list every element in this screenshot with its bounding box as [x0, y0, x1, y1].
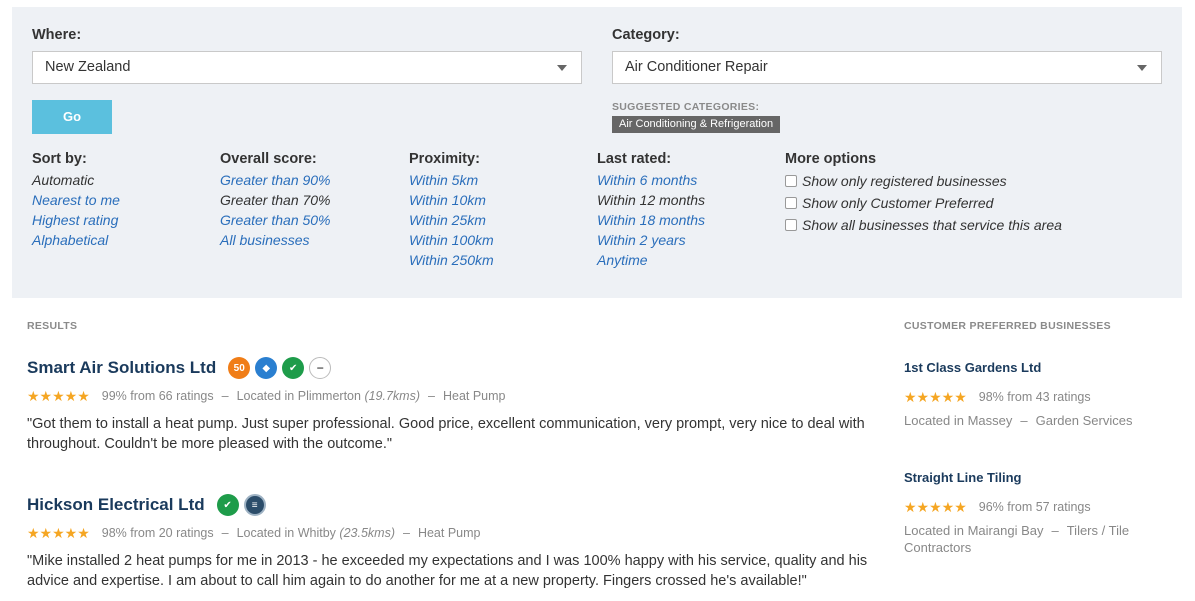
result-title-row: Hickson Electrical Ltd ✔ ≡ [27, 492, 887, 518]
where-select-value: New Zealand [45, 59, 131, 75]
score-option-90[interactable]: Greater than 90% [220, 170, 331, 190]
review-excerpt: "Got them to install a heat pump. Just s… [27, 416, 865, 452]
option-registered-only[interactable]: Show only registered businesses [785, 170, 1062, 192]
rated-option-2-years[interactable]: Within 2 years [597, 230, 705, 250]
star-rating-icon: ★★★★★ [904, 388, 967, 405]
rated-option-18-months[interactable]: Within 18 months [597, 210, 705, 230]
association-logo-icon: ≡ [243, 494, 266, 516]
customer-preferred-label: CUSTOMER PREFERRED BUSINESSES [904, 320, 1111, 332]
category-text: Heat Pump [417, 526, 481, 540]
verified-check-icon: ✔ [216, 494, 239, 516]
proximity-option-10km[interactable]: Within 10km [409, 190, 494, 210]
preferred-business-name[interactable]: 1st Class Gardens Ltd [904, 360, 1154, 378]
where-label: Where: [32, 27, 82, 43]
verified-check-icon: ✔ [282, 357, 305, 379]
suggested-category-tag[interactable]: Air Conditioning & Refrigeration [612, 116, 781, 133]
review-excerpt: "Mike installed 2 heat pumps for me in 2… [27, 553, 868, 589]
chevron-down-icon [557, 65, 567, 71]
customer-preferred-checkbox[interactable] [785, 197, 797, 209]
preferred-business-card: Straight Line Tiling ★★★★★ 96% from 57 r… [904, 470, 1154, 556]
search-filter-panel: Where: New Zealand Category: Air Conditi… [12, 7, 1182, 298]
preferred-business-name[interactable]: Straight Line Tiling [904, 470, 1154, 488]
separator: – [221, 389, 229, 403]
preferred-business-location: Located in Massey – Garden Services [904, 412, 1154, 429]
tenure-badge-icon: 50 [228, 357, 251, 379]
sort-by-heading: Sort by: [32, 151, 87, 167]
rating-summary: 98% from 20 ratings [101, 526, 214, 540]
star-rating-icon: ★★★★★ [904, 498, 967, 515]
result-card: Smart Air Solutions Ltd 50 ◆ ✔ ▬ ★★★★★ 9… [27, 355, 887, 454]
proximity-group: Proximity: Within 5km Within 10km Within… [409, 150, 494, 270]
registered-badge-icon: ◆ [255, 357, 278, 379]
proximity-option-25km[interactable]: Within 25km [409, 210, 494, 230]
customer-preferred-label: Show only Customer Preferred [802, 195, 994, 211]
service-area-label: Show all businesses that service this ar… [802, 217, 1062, 233]
location-text: Located in Whitby [236, 526, 336, 540]
sort-option-highest-rating[interactable]: Highest rating [32, 210, 120, 230]
proximity-option-5km[interactable]: Within 5km [409, 170, 494, 190]
result-title-row: Smart Air Solutions Ltd 50 ◆ ✔ ▬ [27, 355, 887, 381]
sort-option-nearest[interactable]: Nearest to me [32, 190, 120, 210]
sort-by-group: Sort by: Automatic Nearest to me Highest… [32, 150, 120, 250]
business-name-link[interactable]: Hickson Electrical Ltd [27, 495, 205, 515]
option-service-area[interactable]: Show all businesses that service this ar… [785, 214, 1062, 236]
score-option-all[interactable]: All businesses [220, 230, 331, 250]
proximity-option-250km[interactable]: Within 250km [409, 250, 494, 270]
rated-option-12-months: Within 12 months [597, 192, 706, 208]
rated-option-anytime[interactable]: Anytime [597, 250, 705, 270]
business-name-link[interactable]: Smart Air Solutions Ltd [27, 358, 216, 378]
suggested-categories-label: SUGGESTED CATEGORIES: [612, 101, 760, 113]
rated-option-6-months[interactable]: Within 6 months [597, 170, 705, 190]
rating-summary: 96% from 57 ratings [978, 500, 1091, 514]
sort-option-automatic: Automatic [32, 172, 95, 188]
chevron-down-icon [1137, 65, 1147, 71]
more-options-group: More options Show only registered busine… [785, 150, 1062, 236]
last-rated-group: Last rated: Within 6 months Within 12 mo… [597, 150, 705, 270]
results-label: RESULTS [27, 320, 78, 332]
separator: – [428, 389, 435, 403]
location-text: Located in Plimmerton [236, 389, 361, 403]
overall-score-heading: Overall score: [220, 151, 317, 167]
score-option-70: Greater than 70% [220, 192, 331, 208]
preferred-business-meta: ★★★★★ 98% from 43 ratings [904, 387, 1154, 407]
association-logo-icon: ▬ [309, 357, 332, 379]
preferred-business-card: 1st Class Gardens Ltd ★★★★★ 98% from 43 … [904, 360, 1154, 429]
registered-only-checkbox[interactable] [785, 175, 797, 187]
rating-summary: 98% from 43 ratings [978, 390, 1091, 404]
sort-option-alphabetical[interactable]: Alphabetical [32, 230, 120, 250]
where-select[interactable]: New Zealand [32, 51, 582, 84]
category-label: Category: [612, 27, 680, 43]
star-rating-icon: ★★★★★ [27, 524, 90, 541]
score-option-50[interactable]: Greater than 50% [220, 210, 331, 230]
service-area-checkbox[interactable] [785, 219, 797, 231]
separator: – [1051, 523, 1059, 538]
category-select[interactable]: Air Conditioner Repair [612, 51, 1162, 84]
proximity-heading: Proximity: [409, 151, 480, 167]
preferred-business-meta: ★★★★★ 96% from 57 ratings [904, 497, 1154, 517]
more-options-heading: More options [785, 151, 877, 167]
result-card: Hickson Electrical Ltd ✔ ≡ ★★★★★ 98% fro… [27, 492, 887, 591]
preferred-business-location: Located in Mairangi Bay – Tilers / Tile Co… [904, 522, 1154, 556]
separator: – [1020, 413, 1028, 428]
result-meta: ★★★★★ 98% from 20 ratings – Located in W… [27, 523, 887, 543]
go-button[interactable]: Go [32, 100, 112, 134]
rating-summary: 99% from 66 ratings [101, 389, 214, 403]
distance-text: (19.7kms) [364, 389, 421, 403]
category-select-value: Air Conditioner Repair [625, 59, 768, 75]
result-meta: ★★★★★ 99% from 66 ratings – Located in P… [27, 386, 887, 406]
registered-only-label: Show only registered businesses [802, 173, 1007, 189]
option-customer-preferred-only[interactable]: Show only Customer Preferred [785, 192, 1062, 214]
separator: – [403, 526, 410, 540]
category-text: Garden Services [1035, 413, 1133, 428]
separator: – [221, 526, 229, 540]
proximity-option-100km[interactable]: Within 100km [409, 230, 494, 250]
location-text: Located in Massey [904, 413, 1013, 428]
distance-text: (23.5kms) [339, 526, 395, 540]
overall-score-group: Overall score: Greater than 90% Greater … [220, 150, 331, 250]
star-rating-icon: ★★★★★ [27, 387, 90, 404]
last-rated-heading: Last rated: [597, 151, 672, 167]
location-text: Located in Mairangi Bay [904, 523, 1044, 538]
category-text: Heat Pump [442, 389, 506, 403]
